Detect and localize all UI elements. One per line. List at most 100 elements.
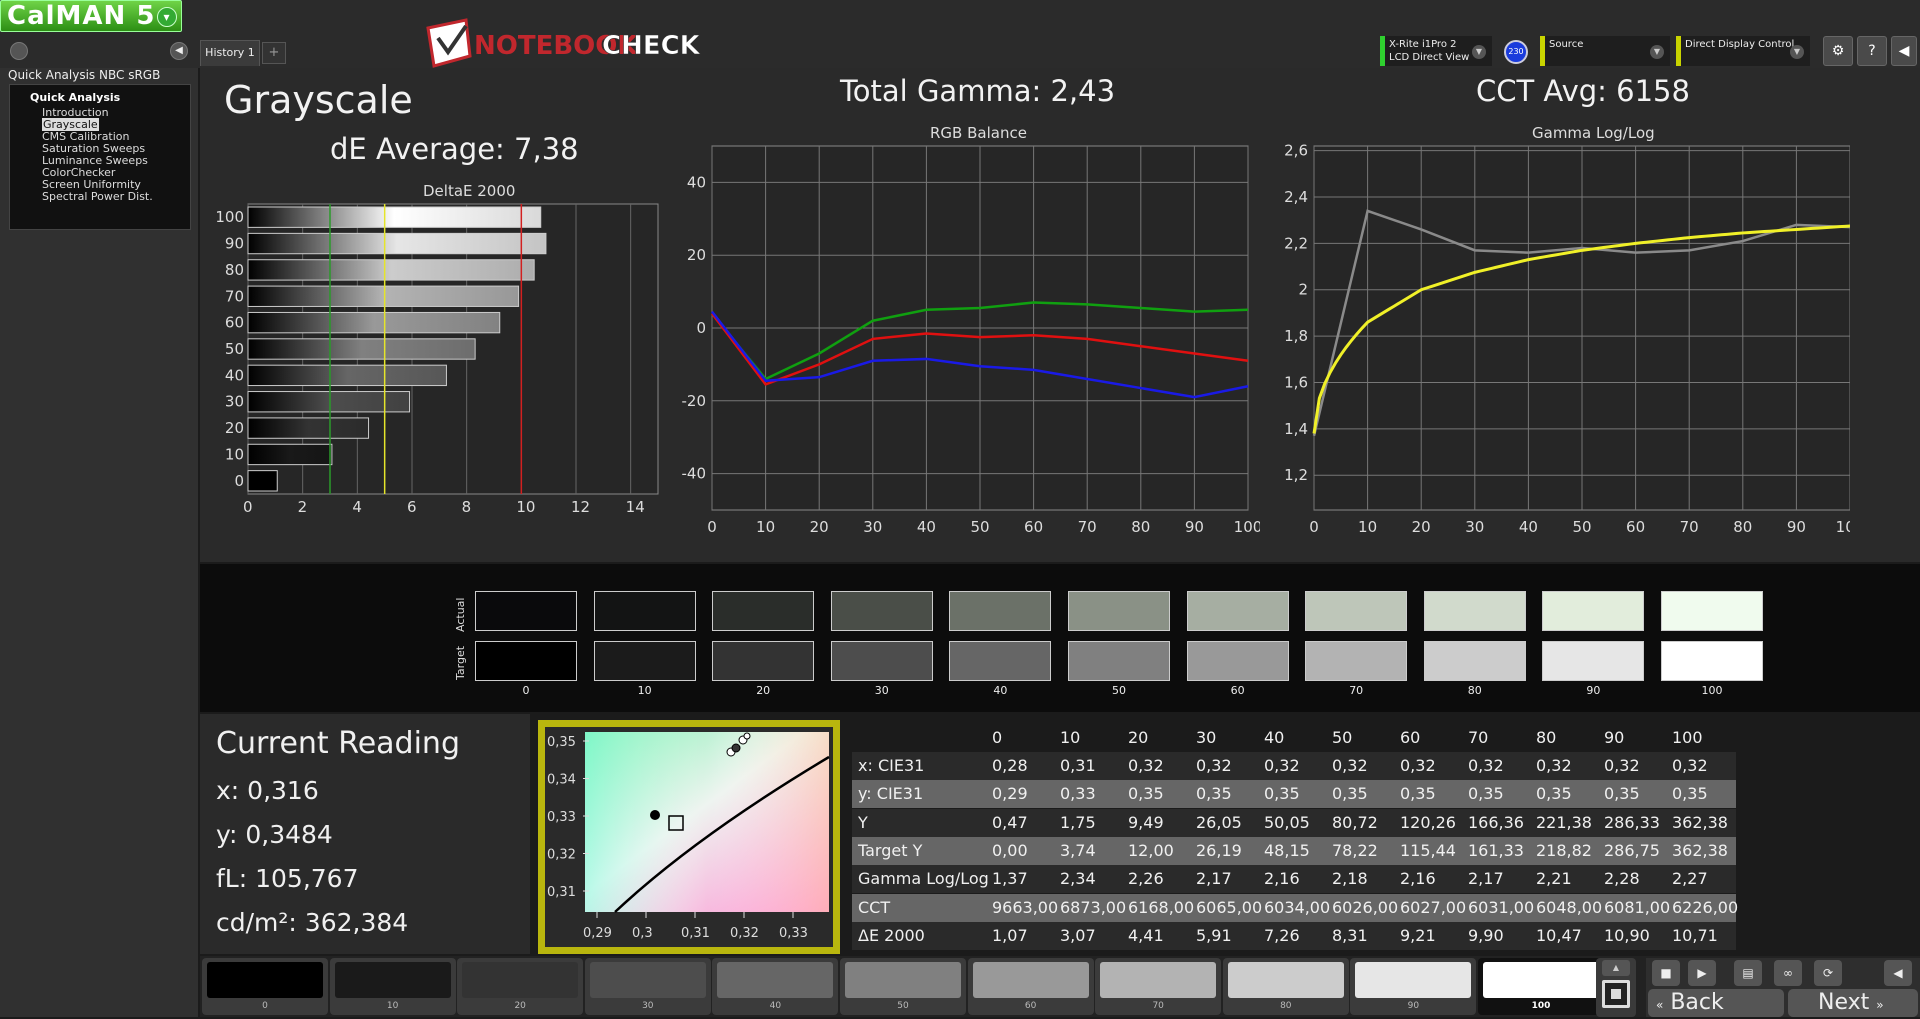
stimulus-patch — [845, 962, 961, 998]
stimulus-20[interactable]: 20 — [457, 958, 584, 1015]
nav-header[interactable]: Quick Analysis — [30, 91, 120, 104]
deltae-bar — [247, 259, 535, 281]
swatch-label: 0 — [522, 684, 530, 697]
table-cell: 0,35 — [1672, 784, 1708, 804]
table-cell: 9,21 — [1400, 925, 1436, 945]
table-row: Target Y 0,00 3,74 12,00 26,19 48,15 78,22 115,… — [852, 836, 1736, 865]
help-icon[interactable]: ? — [1857, 36, 1887, 66]
next-label: Next — [1818, 990, 1870, 1015]
tab-history-1[interactable]: History 1 — [200, 40, 260, 66]
table-cell: 0,35 — [1400, 784, 1436, 804]
refresh-icon[interactable]: ⟳ — [1814, 960, 1842, 986]
table-row: x: CIE31 0,28 0,31 0,32 0,32 0,32 0,32 0,32 0,32… — [852, 752, 1736, 780]
table-cell: 0,32 — [1672, 756, 1708, 775]
stop-icon[interactable]: ■ — [1652, 960, 1680, 986]
row-label: CCT — [858, 897, 891, 917]
next-chevron-icon: » — [1876, 998, 1884, 1012]
source-selector[interactable]: Source ▼ — [1540, 36, 1670, 66]
collapse-up-icon[interactable]: ▲ — [1602, 960, 1630, 976]
target-swatch — [830, 641, 933, 681]
back-button[interactable]: « Back — [1648, 989, 1784, 1017]
actual-swatch — [1305, 591, 1408, 631]
collapse-icon[interactable]: ◀ — [1884, 960, 1912, 986]
source-label: Source — [1549, 39, 1584, 50]
reading-y: y: 0,3484 — [216, 820, 333, 849]
settings-gear-icon[interactable]: ⚙ — [1823, 36, 1853, 66]
table-cell: 1,37 — [992, 869, 1028, 889]
next-button[interactable]: Next » — [1788, 989, 1918, 1017]
stimulus-30[interactable]: 30 — [584, 958, 711, 1015]
rgb-balance-chart: RGB Balance 40 20 0 -20 -40 0 10 20 30 40 50 60 70 80 9… — [682, 124, 1261, 536]
meter-selector[interactable]: X-Rite i1Pro 2 LCD Direct View ▼ — [1380, 36, 1492, 66]
table-cell: 9,90 — [1468, 925, 1504, 945]
table-cell: 2,18 — [1332, 869, 1368, 889]
add-tab-button[interactable]: + — [262, 42, 286, 64]
deltae-bar — [247, 338, 476, 360]
stimulus-0[interactable]: 0 — [202, 958, 328, 1015]
y-tick-label: 2,6 — [1284, 142, 1308, 160]
nav-item-spectral-power-dist-[interactable]: Spectral Power Dist. — [42, 190, 153, 203]
reading-title: Current Reading — [216, 726, 460, 761]
x-tick-label: 10 — [1358, 518, 1377, 536]
stimulus-100[interactable]: 100 — [1478, 958, 1604, 1015]
play-icon[interactable]: ▶ — [1688, 960, 1716, 986]
table-cell: 12,00 — [1128, 840, 1174, 860]
collapse-left-icon[interactable]: ◀ — [170, 42, 188, 60]
stimulus-80[interactable]: 80 — [1222, 958, 1349, 1015]
stimulus-10[interactable]: 10 — [329, 958, 456, 1015]
table-header-cell: 40 — [1264, 728, 1285, 747]
stimulus-patch — [717, 962, 834, 998]
calman-logo-button[interactable]: CalMAN 5 ▾ — [0, 0, 182, 32]
measured-point — [743, 732, 751, 740]
x-tick-label: 100 — [1836, 518, 1850, 536]
row-label: ΔE 2000 — [858, 925, 925, 945]
stop-measure-button[interactable] — [1602, 980, 1630, 1008]
table-cell: 0,32 — [1604, 756, 1640, 775]
x-tick-label: 20 — [810, 518, 829, 536]
x-tick-label: 70 — [1078, 518, 1097, 536]
table-cell: 26,19 — [1196, 840, 1242, 860]
control-panel: ■ ▶ ▤ ∞ ⟳ ◀ « Back Next » — [1646, 958, 1920, 1017]
y-tick-label: 1,4 — [1284, 420, 1308, 438]
y-tick-label: -20 — [682, 392, 707, 410]
swatch-label: 60 — [1230, 684, 1245, 697]
x-tick-label: 8 — [462, 498, 472, 516]
stimulus-50[interactable]: 50 — [840, 958, 966, 1015]
row-label: Target Y — [858, 840, 923, 860]
stimulus-60[interactable]: 60 — [967, 958, 1094, 1015]
table-row: ΔE 2000 1,07 3,07 4,41 5,91 7,26 8,31 9,21 9,90 1… — [852, 921, 1736, 950]
stimulus-90[interactable]: 90 — [1350, 958, 1477, 1015]
display-control-selector[interactable]: Direct Display Control ▼ — [1676, 36, 1810, 66]
chevron-down-icon: ▼ — [1650, 45, 1664, 59]
table-cell: 3,07 — [1060, 925, 1096, 945]
collapse-right-icon[interactable]: ◀ — [1891, 36, 1917, 66]
table-cell: 10,90 — [1604, 925, 1650, 945]
chart-title: RGB Balance — [930, 124, 1027, 142]
stimulus-70[interactable]: 70 — [1095, 958, 1222, 1015]
y-tick-label: 80 — [225, 261, 244, 279]
stop-icon — [1611, 989, 1621, 999]
current-reading-panel: Current Reading x: 0,316 y: 0,3484 fL: 1… — [200, 714, 530, 954]
cie-x-tick: 0,32 — [730, 926, 759, 941]
loop-icon[interactable]: ∞ — [1774, 960, 1802, 986]
y-tick-label: 40 — [687, 173, 706, 191]
table-cell: 6031,00 — [1468, 897, 1535, 917]
save-icon[interactable]: ▤ — [1734, 960, 1762, 986]
measured-point — [731, 743, 741, 753]
table-cell: 2,16 — [1400, 869, 1436, 889]
swatch-label: 80 — [1467, 684, 1482, 697]
table-header-cell: 70 — [1468, 728, 1489, 747]
record-icon[interactable] — [10, 42, 28, 60]
table-cell: 9,49 — [1128, 812, 1164, 832]
table-cell: 0,35 — [1128, 784, 1164, 804]
x-tick-label: 2 — [298, 498, 308, 516]
stimulus-40[interactable]: 40 — [712, 958, 839, 1015]
deltae-bar — [247, 443, 333, 466]
x-tick-label: 20 — [1412, 518, 1431, 536]
target-swatch — [593, 641, 696, 681]
target-swatch — [1661, 641, 1763, 681]
table-cell: 9663,00 — [992, 897, 1059, 917]
meter-badge[interactable]: 230 — [1504, 40, 1528, 64]
x-tick-label: 10 — [516, 498, 535, 516]
table-cell: 0,32 — [1332, 756, 1368, 775]
